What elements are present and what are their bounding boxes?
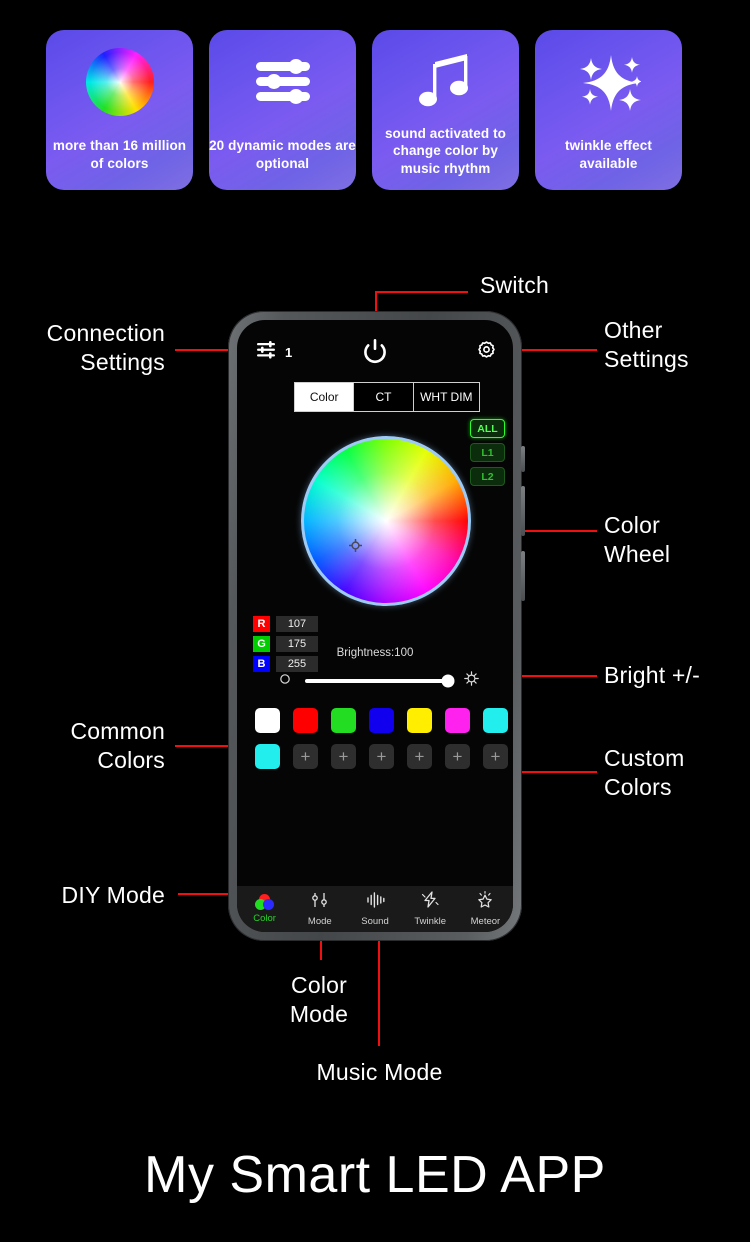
feature-card-modes: 20 dynamic modes are optional (209, 30, 356, 190)
common-color-swatch[interactable] (407, 708, 432, 733)
zone-all[interactable]: ALL (470, 419, 505, 438)
nav-item-sound[interactable]: Sound (347, 891, 402, 927)
feature-card-caption: twinkle effect available (565, 138, 652, 172)
tab-color[interactable]: Color (295, 383, 355, 411)
music-note-icon (418, 49, 473, 115)
tab-ct[interactable]: CT (354, 383, 414, 411)
leader-line-switch-h (375, 291, 468, 293)
sliders-icon (254, 49, 312, 115)
zone-l1[interactable]: L1 (470, 443, 505, 462)
brightness-decrease-icon[interactable] (279, 672, 291, 690)
add-custom-color-button[interactable]: + (293, 744, 318, 769)
phone-side-button[interactable] (521, 551, 525, 601)
waveform-icon (366, 891, 385, 913)
other-settings-button[interactable] (477, 340, 496, 364)
feature-cards: more than 16 million of colors 20 dynami… (46, 30, 706, 190)
brightness-slider-track[interactable] (305, 674, 455, 688)
feature-card-caption: 20 dynamic modes are optional (209, 138, 356, 172)
gear-icon (477, 341, 496, 363)
annotation-color-wheel: Color Wheel (604, 512, 671, 568)
rgb-value-r[interactable]: 107 (276, 616, 318, 632)
page-title: My Smart LED APP (144, 1146, 606, 1204)
sparkle-icon (577, 49, 641, 115)
annotation-bright: Bright +/- (604, 662, 700, 688)
feature-card-caption: sound activated to change color by music… (384, 125, 507, 177)
custom-color-swatch[interactable] (255, 744, 280, 769)
brightness-increase-icon[interactable] (464, 671, 479, 691)
zone-selector[interactable]: ALL L1 L2 (470, 419, 505, 486)
annotation-other-settings: Other Settings (604, 317, 689, 373)
common-color-swatch[interactable] (369, 708, 394, 733)
add-custom-color-button[interactable]: + (483, 744, 508, 769)
zone-l2[interactable]: L2 (470, 467, 505, 486)
connection-settings-button[interactable]: 1 (256, 341, 292, 364)
nav-item-twinkle[interactable]: Twinkle (403, 891, 458, 927)
nav-label: Color (253, 913, 276, 924)
add-custom-color-button[interactable]: + (369, 744, 394, 769)
annotation-color-mode: Color Mode (289, 972, 349, 1028)
add-custom-color-button[interactable]: + (445, 744, 470, 769)
color-wheel-surface[interactable] (301, 436, 471, 606)
annotation-connection-settings: Connection Settings (46, 320, 165, 376)
lightning-icon (421, 891, 439, 913)
nav-label: Twinkle (414, 916, 447, 927)
rgb-key-r: R (253, 616, 270, 632)
phone-screen: 1 Color CT WHT DIM ALL L1 L2 R 107 G 175… (237, 320, 513, 932)
connection-count: 1 (285, 345, 293, 360)
app-header: 1 (237, 338, 513, 370)
annotation-music-mode: Music Mode (316, 1059, 443, 1085)
feature-card-sound: sound activated to change color by music… (372, 30, 519, 190)
nav-item-mode[interactable]: Mode (292, 892, 347, 927)
add-custom-color-button[interactable]: + (407, 744, 432, 769)
feature-card-twinkle: twinkle effect available (535, 30, 682, 190)
leader-line-music-mode (378, 924, 380, 1046)
common-color-swatch[interactable] (331, 708, 356, 733)
phone-frame: 1 Color CT WHT DIM ALL L1 L2 R 107 G 175… (228, 311, 525, 941)
color-swatch-grid[interactable]: + + + + + + (255, 708, 508, 769)
sliders-icon (256, 341, 278, 364)
nav-label: Meteor (470, 916, 501, 927)
power-button[interactable] (362, 337, 388, 370)
common-color-swatch[interactable] (293, 708, 318, 733)
color-wheel-icon (85, 48, 154, 116)
feature-card-caption: more than 16 million of colors (52, 138, 187, 172)
mode-tabs[interactable]: Color CT WHT DIM (294, 382, 480, 412)
tab-wht-dim[interactable]: WHT DIM (413, 383, 479, 411)
annotation-common-colors: Common Colors (70, 718, 165, 774)
nav-item-color[interactable]: Color (237, 894, 292, 924)
common-color-swatch[interactable] (483, 708, 508, 733)
brightness-slider-knob[interactable] (441, 674, 455, 688)
common-color-swatch[interactable] (255, 708, 280, 733)
color-wheel-cursor[interactable] (349, 539, 362, 552)
brightness-slider-row[interactable] (237, 671, 513, 691)
common-color-swatch[interactable] (445, 708, 470, 733)
annotation-diy-mode: DIY Mode (61, 882, 165, 908)
annotation-switch: Switch (480, 272, 549, 298)
shooting-star-icon (475, 891, 495, 913)
bottom-nav[interactable]: Color Mode Sound Twinkle Meteor (237, 886, 513, 932)
nav-label: Sound (361, 915, 389, 927)
nav-item-meteor[interactable]: Meteor (458, 891, 513, 927)
color-wheel[interactable] (301, 436, 471, 606)
power-icon (362, 339, 388, 369)
feature-card-colors: more than 16 million of colors (46, 30, 193, 190)
brightness-label: Brightness:100 (336, 647, 414, 659)
rgb-circles-icon (255, 894, 275, 910)
annotation-custom-colors: Custom Colors (604, 745, 685, 801)
rgb-row-r: R 107 (253, 616, 318, 632)
sliders-icon (310, 892, 329, 913)
rgb-readout: R 107 G 175 B 255 (253, 616, 318, 672)
nav-label: Mode (307, 915, 332, 927)
add-custom-color-button[interactable]: + (331, 744, 356, 769)
